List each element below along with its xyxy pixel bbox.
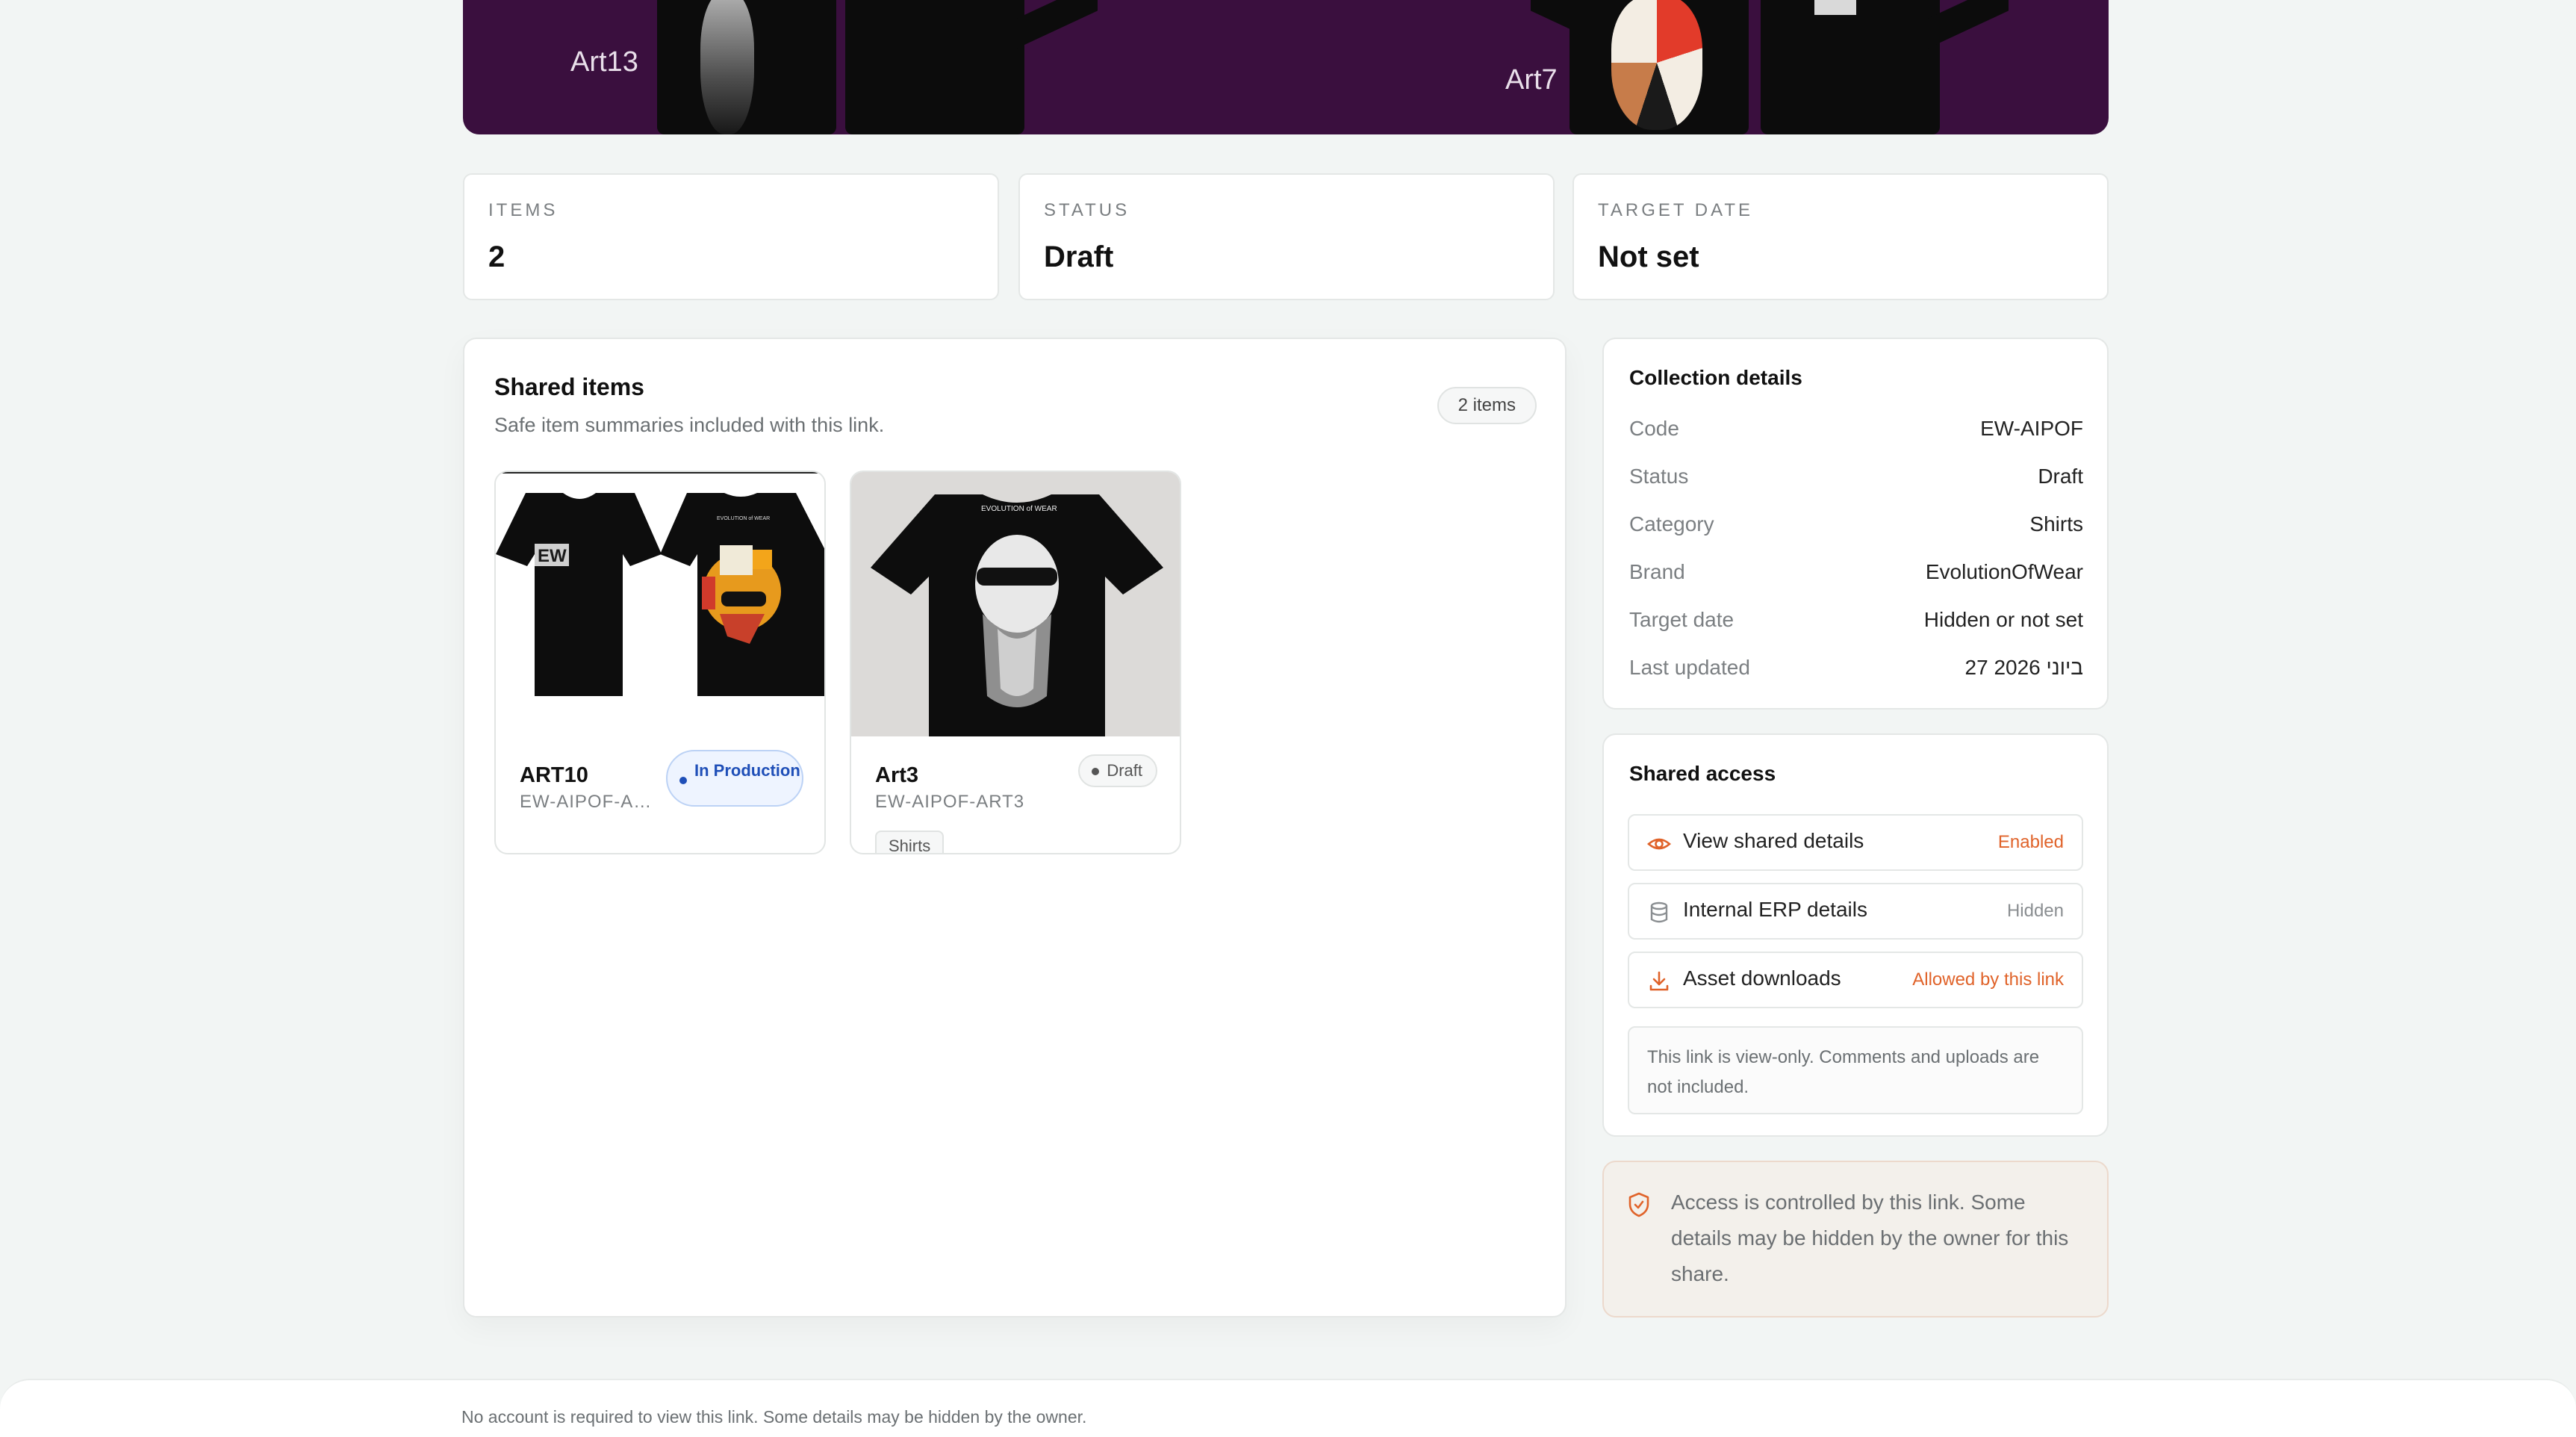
stat-value: 2 xyxy=(488,240,505,273)
hero-banner: Art13 Art7 xyxy=(463,0,2109,134)
item-image: EVOLUTION of WEAR xyxy=(851,472,1180,736)
hero-label-art7: Art7 xyxy=(1505,64,1558,96)
hero-shirt-sleeve xyxy=(1015,0,1098,49)
download-icon xyxy=(1649,971,1669,991)
items-count-badge: 2 items xyxy=(1437,387,1537,424)
detail-row-last-updated: Last updated 27 ביוני 2026 xyxy=(1629,656,2083,686)
status-badge-label: Draft xyxy=(1107,761,1142,780)
notice-text: Access is controlled by this link. Some … xyxy=(1671,1191,2069,1285)
shared-items-subtitle: Safe item summaries included with this l… xyxy=(494,414,885,436)
detail-row-category: Category Shirts xyxy=(1629,512,2083,542)
access-value: Allowed by this link xyxy=(1912,969,2064,990)
hero-art-figure xyxy=(700,0,754,134)
hero-art-face xyxy=(1611,0,1702,130)
detail-row-status: Status Draft xyxy=(1629,465,2083,494)
detail-key: Status xyxy=(1629,465,1689,488)
status-dot xyxy=(679,777,687,784)
item-code: EW-AIPOF-ART3 xyxy=(875,792,1025,812)
shared-items-panel: Shared items Safe item summaries include… xyxy=(463,338,1567,1317)
access-note: This link is view-only. Comments and upl… xyxy=(1628,1026,2083,1114)
item-code: EW-AIPOF-AR... xyxy=(520,792,662,812)
hero-label-art13: Art13 xyxy=(570,46,638,78)
shared-access-title: Shared access xyxy=(1629,762,1776,785)
item-thumbnail: EVOLUTION of WEAR xyxy=(871,494,1163,736)
detail-row-target-date: Target date Hidden or not set xyxy=(1629,608,2083,638)
access-value: Enabled xyxy=(1997,832,2064,852)
stat-card-items: ITEMS 2 xyxy=(463,173,999,300)
stat-label: ITEMS xyxy=(488,200,559,220)
detail-key: Target date xyxy=(1629,608,1735,631)
detail-key: Category xyxy=(1629,512,1714,536)
stat-card-target-date: TARGET DATE Not set xyxy=(1572,173,2109,300)
detail-key: Code xyxy=(1629,417,1679,440)
stat-value: Draft xyxy=(1044,240,1114,273)
item-name: Art3 xyxy=(875,763,919,787)
hero-ew-logo xyxy=(1814,0,1856,15)
footer: No account is required to view this link… xyxy=(0,1379,2576,1437)
hero-shirt xyxy=(1761,0,1940,134)
access-row-internal-erp-details[interactable]: Internal ERP details Hidden xyxy=(1628,883,2083,940)
stat-label: STATUS xyxy=(1044,200,1130,220)
svg-text:EW: EW xyxy=(538,546,567,566)
svg-text:EVOLUTION of WEAR: EVOLUTION of WEAR xyxy=(981,505,1057,513)
hero-shirt xyxy=(845,0,1024,134)
status-dot xyxy=(1092,768,1100,775)
access-row-asset-downloads[interactable]: Asset downloads Allowed by this link xyxy=(1628,952,2083,1008)
access-value: Hidden xyxy=(2006,901,2064,921)
access-row-view-shared-details[interactable]: View shared details Enabled xyxy=(1628,814,2083,871)
eye-icon xyxy=(1647,838,1671,850)
detail-value: EW-AIPOF xyxy=(1980,417,2083,440)
status-badge-label: In Production xyxy=(694,761,800,780)
status-badge-in-production: In Production xyxy=(666,750,803,807)
item-thumbnail: EW EVOLUTION of WEAR xyxy=(496,472,824,696)
access-notice: Access is controlled by this link. Some … xyxy=(1602,1161,2109,1317)
item-card-art3[interactable]: EVOLUTION of WEAR Art3 EW-AIPOF-ART3 Dra… xyxy=(850,471,1181,854)
item-image: EW EVOLUTION of WEAR xyxy=(496,472,824,736)
stat-value: Not set xyxy=(1598,240,1699,273)
access-label: Asset downloads xyxy=(1683,966,1841,990)
footer-text: No account is required to view this link… xyxy=(461,1407,1087,1427)
detail-row-brand: Brand EvolutionOfWear xyxy=(1629,560,2083,590)
access-label: View shared details xyxy=(1683,829,1864,852)
database-icon xyxy=(1650,901,1668,923)
detail-value: Shirts xyxy=(2029,512,2083,536)
stat-label: TARGET DATE xyxy=(1598,200,1754,220)
category-tag: Shirts xyxy=(875,831,945,853)
collection-details-panel: Collection details Code EW-AIPOF Status … xyxy=(1602,338,2109,710)
shared-access-panel: Shared access View shared details Enable… xyxy=(1602,733,2109,1137)
detail-key: Last updated xyxy=(1629,656,1750,679)
detail-row-code: Code EW-AIPOF xyxy=(1629,417,2083,447)
detail-value: 27 ביוני 2026 xyxy=(1964,656,2083,679)
status-badge-draft: Draft xyxy=(1078,754,1157,787)
shared-items-title: Shared items xyxy=(494,373,644,400)
shield-icon xyxy=(1628,1192,1649,1217)
detail-value: Hidden or not set xyxy=(1923,608,2083,631)
item-card-art10[interactable]: EW EVOLUTION of WEAR ART10 EW-AIPOF-AR..… xyxy=(494,471,826,854)
access-label: Internal ERP details xyxy=(1683,898,1867,921)
item-name: ART10 xyxy=(520,763,588,787)
collection-details-title: Collection details xyxy=(1629,366,1802,389)
detail-value: EvolutionOfWear xyxy=(1925,560,2083,583)
svg-text:EVOLUTION of WEAR: EVOLUTION of WEAR xyxy=(717,516,770,521)
stat-card-status: STATUS Draft xyxy=(1018,173,1555,300)
detail-key: Brand xyxy=(1629,560,1685,583)
detail-value: Draft xyxy=(2038,465,2083,488)
